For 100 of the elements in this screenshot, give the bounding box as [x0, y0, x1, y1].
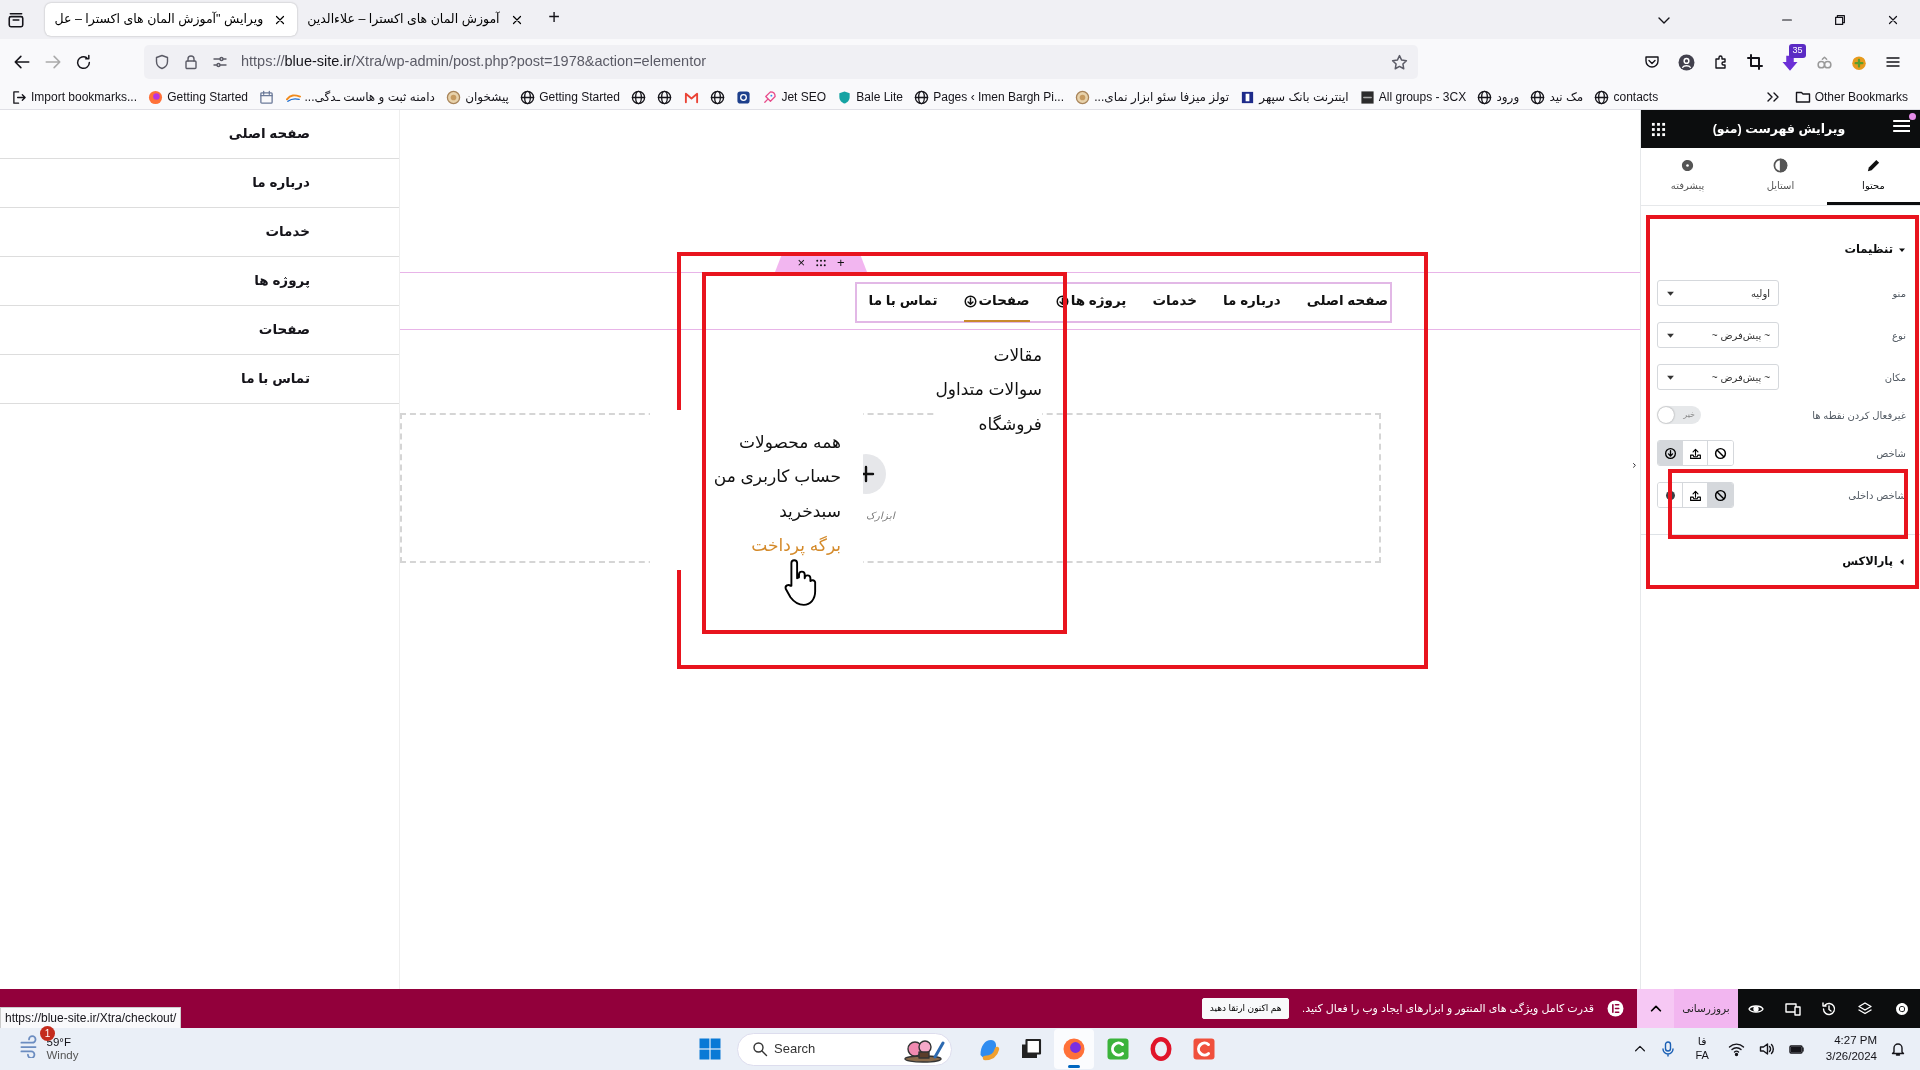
submenu-item[interactable]: همه محصولات	[739, 425, 841, 460]
upload-tray-icon	[1688, 488, 1702, 502]
clock[interactable]: 4:27 PM 3/26/2024	[1825, 1033, 1877, 1065]
submenu-item[interactable]: سوالات متداول	[935, 372, 1042, 407]
nav-item[interactable]: خدمات	[1152, 283, 1197, 322]
bookmark-item[interactable]: Import bookmarks...	[8, 88, 142, 106]
bookmark-star-icon[interactable]	[1391, 53, 1408, 71]
microphone-icon[interactable]	[1659, 1041, 1676, 1057]
bookmark-item[interactable]: Pages ‹ Imen Bargh Pi...	[910, 88, 1068, 106]
bookmark-item[interactable]: تولز میزفا سئو ابزار نمای...	[1071, 88, 1234, 106]
volume-icon[interactable]	[1758, 1041, 1776, 1057]
select-field[interactable]: ~ پیش‌فرض ~	[1657, 364, 1779, 391]
url-text: https://blue-site.ir/Xtra/wp-admin/post.php?post=1978&action=elementor	[241, 52, 707, 72]
control-label: نوع	[1892, 328, 1906, 343]
close-button[interactable]: ×	[797, 256, 805, 269]
bookmark-item[interactable]: Getting Started	[516, 88, 624, 106]
nav-item[interactable]: تماس با ما	[868, 283, 938, 322]
shield-icon	[837, 89, 853, 105]
submenu-item[interactable]: فروشگاه	[978, 407, 1042, 442]
bookmark-item[interactable]: Bale Lite	[833, 88, 907, 106]
chain-icon	[1815, 53, 1833, 71]
bookmark-item[interactable]: مک نید	[1526, 88, 1588, 106]
upgrade-button[interactable]: هم اکنون ارتقا دهید	[1202, 998, 1290, 1019]
page-menu-item[interactable]: خدمات	[0, 208, 399, 257]
update-button[interactable]: بروزرسانی	[1674, 989, 1738, 1028]
new-tab-button[interactable]: +	[540, 3, 569, 32]
import-icon	[12, 89, 27, 105]
option-button[interactable]	[1708, 483, 1733, 508]
submenu-item[interactable]: حساب کاربری من	[713, 459, 841, 494]
person-icon	[1677, 53, 1695, 71]
menu-icon	[1892, 118, 1910, 135]
select-field[interactable]: ~ پیش‌فرض ~	[1657, 322, 1779, 349]
nav-item[interactable]: درباره ما	[1222, 283, 1281, 322]
other-bookmarks-folder[interactable]: Other Bookmarks	[1790, 88, 1912, 106]
logo-icon	[1075, 89, 1091, 105]
nav-item[interactable]: صفحه اصلی	[1306, 283, 1388, 322]
option-button[interactable]	[1658, 441, 1683, 466]
weather-text: Windy	[46, 1049, 79, 1063]
apps-grid-icon[interactable]	[1651, 121, 1666, 137]
bookmark-item[interactable]: اینترنت بانک سپهر	[1236, 88, 1353, 106]
globe-icon	[1530, 89, 1546, 105]
nav-item[interactable]: پروژه ها	[1055, 283, 1127, 322]
extension-badge: 35	[1789, 44, 1806, 58]
menu-button[interactable]	[1892, 118, 1910, 135]
section-header[interactable]: پارالاکس	[1842, 553, 1906, 571]
page-menu-item[interactable]: صفحات	[0, 306, 399, 355]
add-widget-label: ابزارک	[866, 509, 895, 523]
bookmark-item[interactable]: ورود	[1473, 88, 1524, 106]
submenu-item[interactable]: مقالات	[993, 338, 1042, 373]
bookmark-item[interactable]: Jet SEO	[758, 88, 831, 106]
logo-icon	[736, 89, 752, 105]
promo-message: قدرت کامل ویژگی های المنتور و ابزارهای ایجاد وب را فعال کنید.	[1302, 1001, 1594, 1017]
globe-icon	[1594, 89, 1610, 105]
logo-icon	[1359, 89, 1375, 105]
add-button[interactable]: +	[837, 256, 845, 269]
browser-tab[interactable]: آموزش المان های اکسترا – علاءالدین	[297, 3, 534, 36]
page-menu-item[interactable]: درباره ما	[0, 159, 399, 208]
status-url: https://blue-site.ir/Xtra/checkout/	[0, 1007, 182, 1029]
calendar-icon	[259, 89, 275, 105]
search-icon	[751, 1041, 768, 1057]
menu-icon	[1885, 54, 1901, 70]
control-label: مکان	[1884, 370, 1906, 385]
nav-item[interactable]: صفحات	[963, 283, 1030, 322]
ring-icon	[1148, 1037, 1173, 1061]
browser-tab[interactable]: ویرایش "آموزش المان های اکسترا – عل	[44, 3, 298, 36]
select-field[interactable]: اولیه	[1657, 280, 1779, 307]
app-icon	[1105, 1037, 1130, 1061]
folder-icon	[1794, 89, 1811, 105]
ban-icon	[1714, 488, 1727, 502]
logo-icon	[148, 89, 164, 105]
control-label: شاخص	[1876, 446, 1906, 461]
bookmark-item[interactable]: دامنه ثبت و هاست ـدگی...	[281, 88, 439, 106]
page-menu-item[interactable]: پروژه ها	[0, 257, 399, 306]
submenu-item[interactable]: سبدخرید	[779, 494, 841, 529]
bookmark-item[interactable]: پیشخوان	[442, 88, 513, 106]
indicator-icon	[1663, 446, 1677, 460]
bookmark-item[interactable]: Getting Started	[144, 88, 252, 106]
reload-icon[interactable]	[75, 53, 92, 71]
control-label: منو	[1892, 286, 1906, 301]
upload-tray-icon	[1688, 446, 1702, 460]
taskbar-search[interactable]: Search	[736, 1032, 952, 1066]
section-header[interactable]: تنظیمات	[1844, 241, 1906, 259]
layers-icon	[1857, 1000, 1874, 1017]
task-view-icon	[1019, 1037, 1043, 1061]
globe-icon	[631, 89, 647, 105]
globe-icon	[914, 89, 930, 105]
bookmark-item[interactable]: All groups - 3CX	[1355, 88, 1471, 106]
page-menu-item[interactable]: تماس با ما	[0, 355, 399, 404]
address-bar[interactable]: https://blue-site.ir/Xtra/wp-admin/post.php?post=1978&action=elementor	[144, 45, 1418, 79]
wifi-icon[interactable]	[1728, 1041, 1746, 1057]
tab-list-icon[interactable]	[6, 10, 25, 29]
bell-icon[interactable]	[1890, 1041, 1906, 1057]
page-menu-item[interactable]: صفحه اصلی	[0, 110, 399, 159]
ban-icon	[1714, 446, 1727, 460]
back-icon[interactable]	[13, 53, 31, 71]
taskbar-app[interactable]	[1054, 1029, 1095, 1069]
crop-drawing	[1747, 54, 1763, 70]
bookmark-item[interactable]: contacts	[1590, 88, 1663, 106]
active-indicator	[1068, 1065, 1081, 1068]
restore-icon[interactable]	[1832, 12, 1847, 27]
